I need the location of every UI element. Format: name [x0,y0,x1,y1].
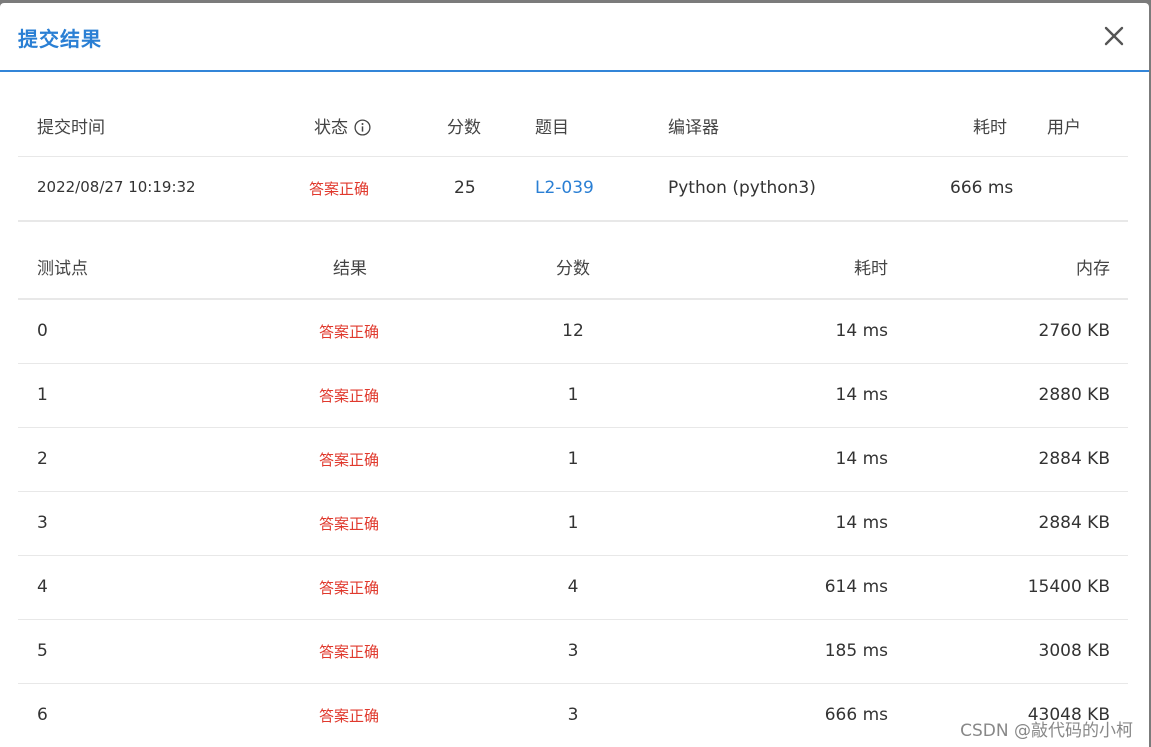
header-status-label: 状态 [314,118,348,138]
test-result: 答案正确 [319,451,380,469]
test-result: 答案正确 [319,579,380,597]
test-memory: 2880 KB [1038,385,1110,405]
info-icon[interactable] [354,119,371,136]
test-id: 0 [37,321,48,341]
tests-header-row: 测试点 结果 分数 耗时 内存 [18,221,1128,300]
table-row: 2 答案正确 1 14 ms 2884 KB [18,428,1128,492]
dialog-title: 提交结果 [18,27,102,51]
test-score-value: 3 [567,641,579,661]
test-time: 14 ms [835,321,888,341]
status-badge: 答案正确 [309,180,370,198]
watermark: CSDN @敲代码的小柯 [960,721,1133,741]
test-result: 答案正确 [319,515,380,533]
table-row: 0 答案正确 12 14 ms 2760 KB [18,300,1128,364]
problem-link[interactable]: L2-039 [535,178,594,198]
test-memory: 2884 KB [1038,449,1110,469]
test-result: 答案正确 [319,707,380,725]
summary-header-row: 提交时间 状态 分数 题目 编译器 耗时 用户 [18,75,1128,157]
test-time: 14 ms [835,449,888,469]
submission-result-dialog: 提交结果 提交时间 状态 分数 题目 编译器 耗时 用户 2022/08/27 … [0,3,1149,747]
header-test-memory: 内存 [1076,259,1110,279]
test-id: 4 [37,577,48,597]
total-score: 25 [454,178,476,198]
header-submit-time: 提交时间 [37,118,105,138]
test-time: 185 ms [824,641,888,661]
test-id: 2 [37,449,48,469]
test-result: 答案正确 [319,387,380,405]
elapsed-value: 666 ms [950,178,1014,198]
header-status: 状态 [314,113,371,138]
header-compiler: 编译器 [668,118,719,138]
test-score-value: 3 [567,705,579,725]
submit-time: 2022/08/27 10:19:32 [37,178,196,196]
header-problem: 题目 [535,118,569,138]
test-time: 614 ms [824,577,888,597]
dialog-header: 提交结果 [0,3,1149,72]
test-result: 答案正确 [319,323,380,341]
close-button[interactable] [1099,21,1129,51]
test-score-value: 1 [567,513,579,533]
header-result: 结果 [333,259,367,279]
test-id: 3 [37,513,48,533]
test-score-value: 12 [562,321,584,341]
header-elapsed: 耗时 [973,118,1007,138]
table-row: 3 答案正确 1 14 ms 2884 KB [18,492,1128,556]
header-test-time: 耗时 [854,259,888,279]
test-id: 5 [37,641,48,661]
close-icon [1104,26,1124,46]
summary-row: 2022/08/27 10:19:32 答案正确 25 L2-039 Pytho… [18,157,1128,222]
test-memory: 2884 KB [1038,513,1110,533]
test-time: 14 ms [835,385,888,405]
test-id: 1 [37,385,48,405]
test-score-value: 1 [567,385,579,405]
test-result: 答案正确 [319,643,380,661]
header-score: 分数 [447,118,481,138]
compiler-value: Python (python3) [668,178,816,198]
test-memory: 2760 KB [1038,321,1110,341]
header-test-score-label: 分数 [556,259,590,279]
test-score-value: 1 [567,449,579,469]
test-memory: 15400 KB [1027,577,1110,597]
test-id: 6 [37,705,48,725]
table-row: 4 答案正确 4 614 ms 15400 KB [18,556,1128,620]
submission-summary-table: 提交时间 状态 分数 题目 编译器 耗时 用户 2022/08/27 10:19… [18,75,1128,222]
test-cases-table: 测试点 结果 分数 耗时 内存 0 答案正确 12 14 ms 2760 KB … [18,221,1128,747]
table-row: 1 答案正确 1 14 ms 2880 KB [18,364,1128,428]
header-test-id: 测试点 [37,259,88,279]
header-user: 用户 [1047,118,1081,138]
test-time: 666 ms [824,705,888,725]
test-memory: 3008 KB [1038,641,1110,661]
test-time: 14 ms [835,513,888,533]
table-row: 5 答案正确 3 185 ms 3008 KB [18,620,1128,684]
test-score-value: 4 [567,577,579,597]
